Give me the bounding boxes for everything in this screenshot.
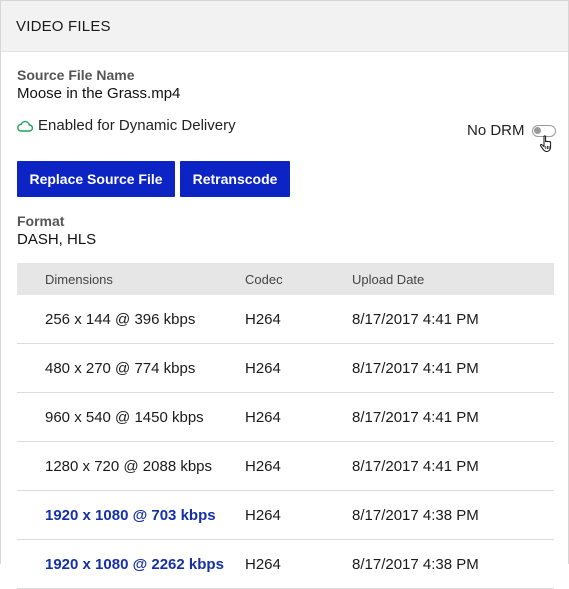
table-row: 1280 x 720 @ 2088 kbps H264 8/17/2017 4:… xyxy=(17,441,554,491)
cell-dimensions-link[interactable]: 1920 x 1080 @ 2262 kbps xyxy=(17,539,245,589)
replace-source-file-button[interactable]: Replace Source File xyxy=(17,161,175,197)
cell-dimensions: 480 x 270 @ 774 kbps xyxy=(17,343,245,393)
cloud-icon xyxy=(17,120,33,132)
table-row: 960 x 540 @ 1450 kbps H264 8/17/2017 4:4… xyxy=(17,392,554,442)
cell-upload-date: 8/17/2017 4:38 PM xyxy=(352,539,554,589)
dynamic-delivery-text: Enabled for Dynamic Delivery xyxy=(38,117,236,134)
cell-codec: H264 xyxy=(245,343,352,393)
cell-upload-date: 8/17/2017 4:38 PM xyxy=(352,490,554,540)
panel-title: VIDEO FILES xyxy=(1,1,568,52)
cell-codec: H264 xyxy=(245,490,352,540)
format-label: Format xyxy=(17,213,65,229)
table-row: 1920 x 1080 @ 2262 kbps H264 8/17/2017 4… xyxy=(17,539,554,589)
cell-codec: H264 xyxy=(245,392,352,442)
table-row: 256 x 144 @ 396 kbps H264 8/17/2017 4:41… xyxy=(17,295,554,344)
dynamic-delivery-status: Enabled for Dynamic Delivery xyxy=(17,117,236,134)
cell-dimensions-link[interactable]: 1920 x 1080 @ 703 kbps xyxy=(17,490,245,540)
video-files-panel: VIDEO FILES Source File Name Moose in th… xyxy=(0,0,569,589)
toggle-knob xyxy=(533,126,541,134)
cell-dimensions: 1280 x 720 @ 2088 kbps xyxy=(17,441,245,491)
source-file-name: Moose in the Grass.mp4 xyxy=(17,85,181,102)
source-file-label: Source File Name xyxy=(17,67,135,83)
hand-cursor-icon xyxy=(539,135,552,153)
column-header-codec[interactable]: Codec xyxy=(245,263,352,295)
cell-codec: H264 xyxy=(245,539,352,589)
cell-upload-date: 8/17/2017 4:41 PM xyxy=(352,441,554,491)
renditions-table: Dimensions Codec Upload Date 256 x 144 @… xyxy=(17,263,554,589)
cell-dimensions: 256 x 144 @ 396 kbps xyxy=(17,295,245,344)
cell-dimensions: 960 x 540 @ 1450 kbps xyxy=(17,392,245,442)
column-header-upload-date[interactable]: Upload Date xyxy=(352,263,554,295)
cell-codec: H264 xyxy=(245,441,352,491)
format-value: DASH, HLS xyxy=(17,231,97,248)
table-row: 480 x 270 @ 774 kbps H264 8/17/2017 4:41… xyxy=(17,343,554,393)
table-row: 1920 x 1080 @ 703 kbps H264 8/17/2017 4:… xyxy=(17,490,554,540)
cell-codec: H264 xyxy=(245,295,352,344)
cell-upload-date: 8/17/2017 4:41 PM xyxy=(352,343,554,393)
column-header-dimensions[interactable]: Dimensions xyxy=(17,263,245,295)
retranscode-button[interactable]: Retranscode xyxy=(180,161,290,197)
cell-upload-date: 8/17/2017 4:41 PM xyxy=(352,392,554,442)
drm-label: No DRM xyxy=(467,122,525,139)
table-header-row: Dimensions Codec Upload Date xyxy=(17,263,554,295)
cell-upload-date: 8/17/2017 4:41 PM xyxy=(352,295,554,344)
